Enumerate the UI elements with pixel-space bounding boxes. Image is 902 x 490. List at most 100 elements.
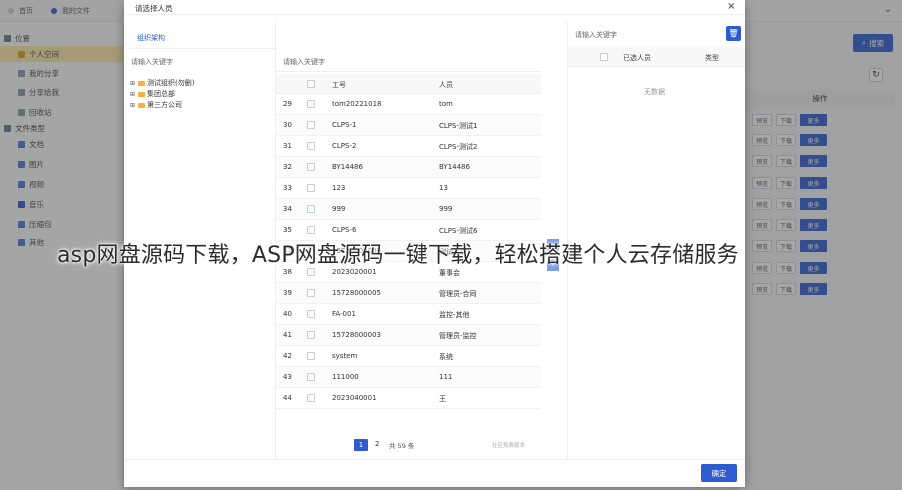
org-keyword-input[interactable]: 请输入关键字 <box>131 57 173 67</box>
clear-selected-button[interactable]: 🗑 <box>726 26 741 41</box>
folder-icon <box>138 102 145 108</box>
tree-node[interactable]: ⊞ 测试组织(勿删) <box>130 78 194 88</box>
column-header-type: 类型 <box>705 54 719 62</box>
table-row[interactable]: 41 15728000003 管理员-监控 <box>276 325 541 346</box>
row-checkbox[interactable] <box>307 268 315 276</box>
selected-select-all-checkbox[interactable] <box>600 53 608 61</box>
edition-note: 社区免费版本 <box>492 443 526 449</box>
row-name: 111 <box>439 373 453 381</box>
row-name: 999 <box>439 205 453 213</box>
row-checkbox[interactable] <box>307 226 315 234</box>
row-checkbox[interactable] <box>307 331 315 339</box>
column-header-id: 工号 <box>332 81 346 89</box>
person-keyword-input[interactable]: 请输入关键字 <box>283 57 325 67</box>
total-count: 共 59 条 <box>389 442 415 450</box>
row-checkbox[interactable] <box>307 373 315 381</box>
tree-node[interactable]: ⊞ 第三方公司 <box>130 100 182 110</box>
expand-icon[interactable]: ⊞ <box>130 80 135 87</box>
row-checkbox[interactable] <box>307 142 315 150</box>
row-id: tom20221018 <box>332 100 382 108</box>
row-checkbox[interactable] <box>307 352 315 360</box>
row-number: 41 <box>283 331 292 339</box>
row-number: 35 <box>283 226 292 234</box>
table-row[interactable]: 40 FA-001 监控-其他 <box>276 304 541 325</box>
row-number: 29 <box>283 100 292 108</box>
table-row[interactable]: 33 123 13 <box>276 178 541 199</box>
row-id: CLPS-2 <box>332 142 357 150</box>
row-checkbox[interactable] <box>307 100 315 108</box>
divider <box>276 71 541 72</box>
row-number: 42 <box>283 352 292 360</box>
tree-node-label: 集团总部 <box>147 90 175 98</box>
expand-icon[interactable]: ⊞ <box>130 102 135 109</box>
dialog-title: 请选择人员 <box>135 4 173 13</box>
person-table-header: 工号 人员 <box>276 74 541 94</box>
row-number: 32 <box>283 163 292 171</box>
row-number: 43 <box>283 373 292 381</box>
row-name: BY14486 <box>439 163 470 171</box>
tab-org-structure[interactable]: 组织架构 <box>137 33 165 43</box>
folder-icon <box>138 91 145 97</box>
selected-keyword-input[interactable]: 请输入关键字 <box>575 30 617 40</box>
table-row[interactable]: 29 tom20221018 tom <box>276 94 541 115</box>
row-name: 董事会 <box>439 269 460 277</box>
dialog-header: 请选择人员 × <box>124 0 745 15</box>
table-row[interactable]: 32 BY14486 BY14486 <box>276 157 541 178</box>
row-name: 管理员-合同 <box>439 290 477 298</box>
table-row[interactable]: 34 999 999 <box>276 199 541 220</box>
page-1-button[interactable]: 1 <box>354 439 368 451</box>
pagination: 1 2 共 59 条 社区免费版本 <box>276 436 541 454</box>
row-name: 王 <box>439 395 446 403</box>
row-name: CLPS-测试6 <box>439 227 478 235</box>
tree-node[interactable]: ⊞ 集团总部 <box>130 89 175 99</box>
trash-icon: 🗑 <box>728 29 739 38</box>
row-checkbox[interactable] <box>307 289 315 297</box>
expand-icon[interactable]: ⊞ <box>130 91 135 98</box>
row-number: 30 <box>283 121 292 129</box>
close-icon[interactable]: × <box>727 1 735 12</box>
page-2-button[interactable]: 2 <box>375 440 379 448</box>
column-header-name: 人员 <box>439 81 453 89</box>
folder-icon <box>138 80 145 86</box>
table-row[interactable]: 44 2023040001 王 <box>276 388 541 409</box>
row-number: 39 <box>283 289 292 297</box>
row-checkbox[interactable] <box>307 394 315 402</box>
row-number: 40 <box>283 310 292 318</box>
table-row[interactable]: 30 CLPS-1 CLPS-测试1 <box>276 115 541 136</box>
select-all-checkbox[interactable] <box>307 80 315 88</box>
row-id: BY14486 <box>332 163 363 171</box>
row-id: 15728000005 <box>332 289 381 297</box>
row-id: 2023020001 <box>332 268 377 276</box>
confirm-button[interactable]: 确定 <box>701 464 737 482</box>
row-id: system <box>332 352 358 360</box>
selected-table-header: 已选人员 类型 <box>568 47 745 67</box>
table-row[interactable]: 42 system 系统 <box>276 346 541 367</box>
row-id: 999 <box>332 205 346 213</box>
row-number: 34 <box>283 205 292 213</box>
row-name: 监控-其他 <box>439 311 470 319</box>
row-id: 123 <box>332 184 346 192</box>
row-checkbox[interactable] <box>307 163 315 171</box>
table-row[interactable]: 43 111000 111 <box>276 367 541 388</box>
row-id: FA-001 <box>332 310 356 318</box>
row-name: 13 <box>439 184 448 192</box>
table-row[interactable]: 39 15728000005 管理员-合同 <box>276 283 541 304</box>
row-checkbox[interactable] <box>307 310 315 318</box>
watermark-text: asp网盘源码下载，ASP网盘源码一键下载，轻松搭建个人云存储服务 <box>57 243 739 268</box>
tree-node-label: 测试组织(勿删) <box>147 79 195 87</box>
row-number: 44 <box>283 394 292 402</box>
dialog-footer: 确定 <box>124 459 745 487</box>
table-row[interactable]: 31 CLPS-2 CLPS-测试2 <box>276 136 541 157</box>
row-name: 系统 <box>439 353 453 361</box>
empty-state: 无数据 <box>644 88 665 96</box>
row-checkbox[interactable] <box>307 121 315 129</box>
row-checkbox[interactable] <box>307 184 315 192</box>
row-id: CLPS-1 <box>332 121 357 129</box>
row-name: tom <box>439 100 453 108</box>
row-name: CLPS-测试1 <box>439 122 478 130</box>
row-checkbox[interactable] <box>307 205 315 213</box>
row-name: CLPS-测试2 <box>439 143 478 151</box>
row-name: 管理员-监控 <box>439 332 477 340</box>
row-id: CLPS-6 <box>332 226 357 234</box>
row-id: 2023040001 <box>332 394 377 402</box>
